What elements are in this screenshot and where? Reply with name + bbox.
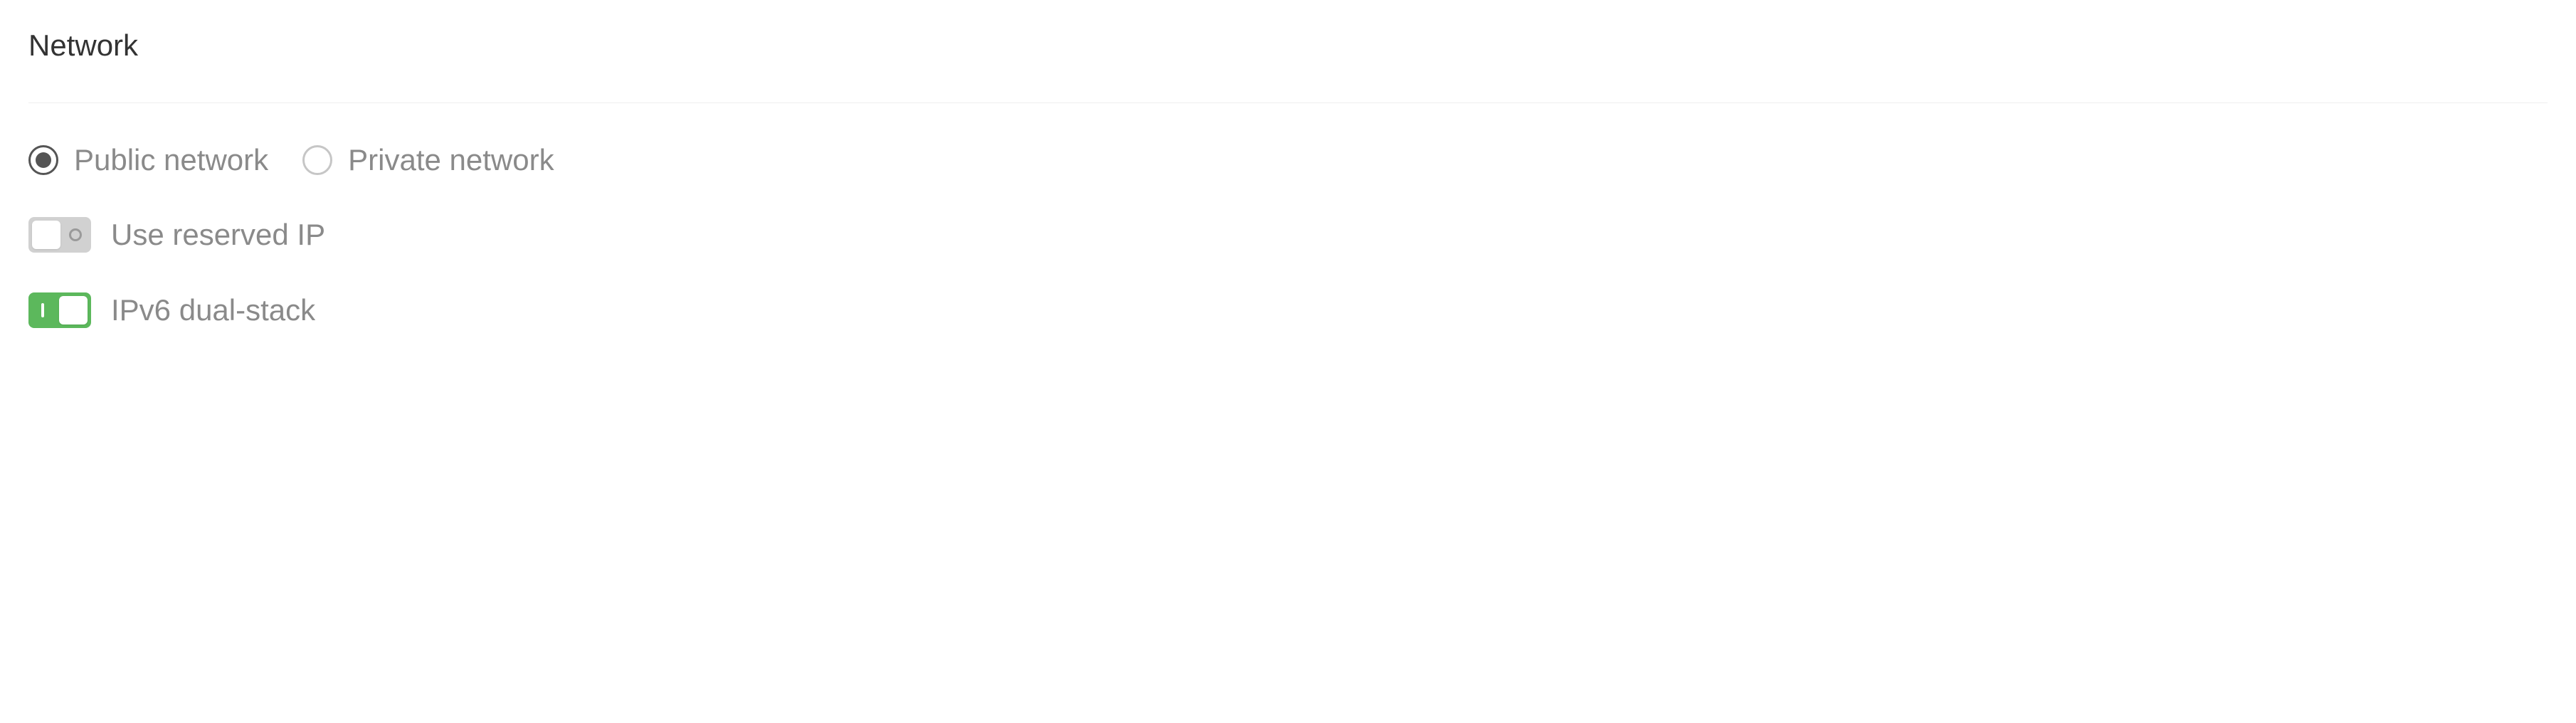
toggle-off-icon (69, 228, 82, 241)
reserved-ip-label: Use reserved IP (111, 218, 325, 252)
public-network-radio[interactable]: Public network (28, 143, 268, 177)
toggle-on-icon (41, 303, 44, 317)
private-network-radio[interactable]: Private network (302, 143, 554, 177)
reserved-ip-toggle[interactable] (28, 217, 91, 253)
radio-selected-dot (36, 152, 51, 168)
network-section: Network Public network Private network U… (0, 0, 2576, 396)
toggle-knob (59, 296, 88, 324)
section-title: Network (28, 28, 2548, 103)
network-type-radio-group: Public network Private network (28, 143, 2548, 177)
private-network-label: Private network (348, 143, 554, 177)
ipv6-dual-stack-row: IPv6 dual-stack (28, 292, 2548, 328)
ipv6-dual-stack-label: IPv6 dual-stack (111, 293, 315, 327)
ipv6-dual-stack-toggle[interactable] (28, 292, 91, 328)
radio-icon (28, 145, 58, 175)
public-network-label: Public network (74, 143, 268, 177)
toggle-knob (32, 221, 60, 249)
reserved-ip-row: Use reserved IP (28, 217, 2548, 253)
radio-icon (302, 145, 332, 175)
